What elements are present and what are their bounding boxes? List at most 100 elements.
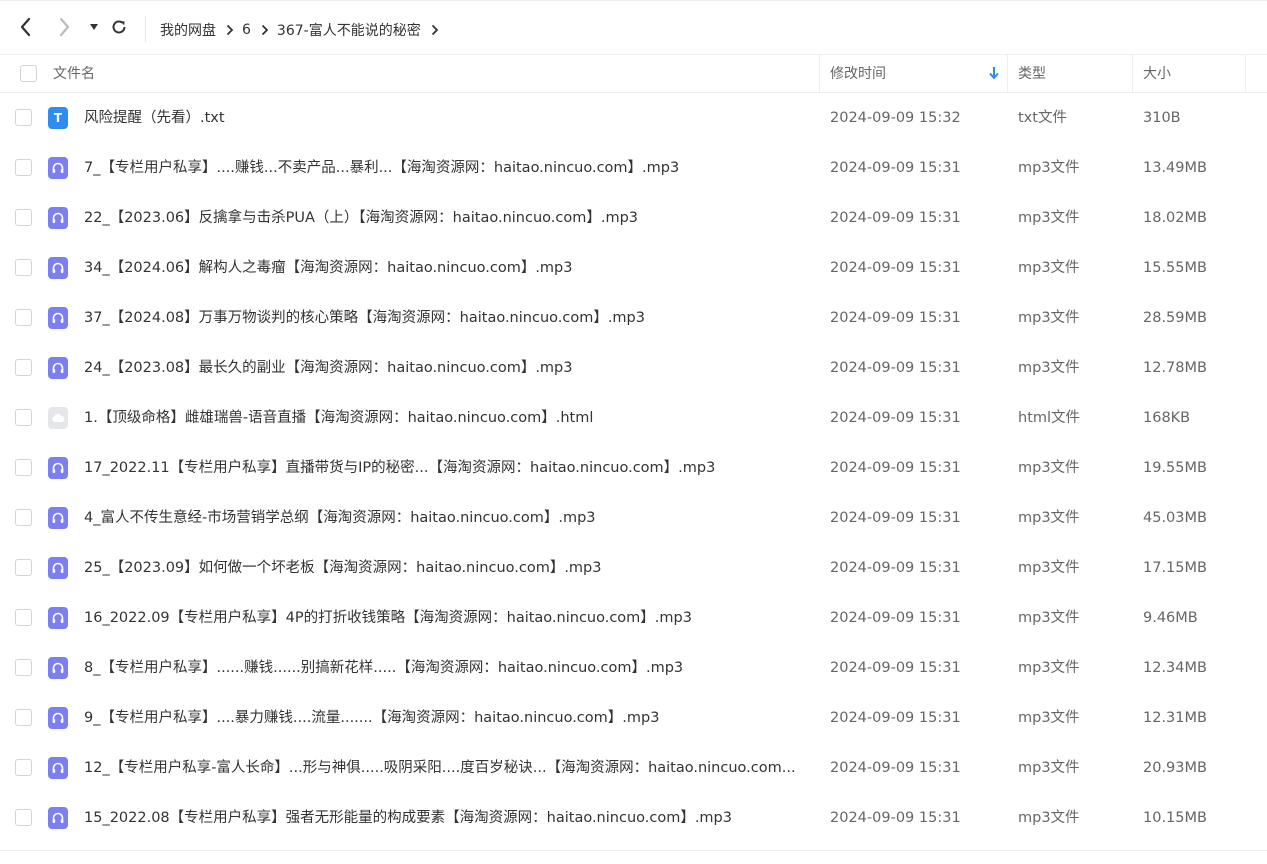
audio-file-icon <box>48 807 68 829</box>
row-checkbox[interactable] <box>15 409 32 426</box>
row-checkbox[interactable] <box>15 459 32 476</box>
file-modified-time: 2024-09-09 15:31 <box>830 660 961 676</box>
row-checkbox[interactable] <box>15 159 32 176</box>
file-name[interactable]: 风险提醒（先看）.txt <box>84 93 796 143</box>
file-row[interactable]: 37_【2024.08】万事万物谈判的核心策略【海淘资源网：haitao.nin… <box>0 293 1267 343</box>
row-checkbox[interactable] <box>15 559 32 576</box>
select-all-checkbox[interactable] <box>20 65 37 82</box>
txt-file-icon: T <box>48 107 68 129</box>
file-name[interactable]: 7_【专栏用户私享】....赚钱...不卖产品...暴利...【海淘资源网：ha… <box>84 143 796 193</box>
audio-file-icon <box>48 357 68 379</box>
audio-file-icon <box>48 707 68 729</box>
column-divider[interactable] <box>1245 55 1246 93</box>
file-row[interactable]: 16_2022.09【专栏用户私享】4P的打折收钱策略【海淘资源网：haitao… <box>0 593 1267 643</box>
column-divider[interactable] <box>819 55 820 93</box>
chevron-right-icon[interactable] <box>431 24 439 36</box>
file-modified-time: 2024-09-09 15:31 <box>830 160 961 176</box>
audio-file-icon <box>48 507 68 529</box>
file-row[interactable]: 12_【专栏用户私享-富人长命】...形与神俱.....吸阴采阳....度百岁秘… <box>0 743 1267 793</box>
chevron-right-icon <box>226 24 234 36</box>
breadcrumb-item[interactable]: 我的网盘 <box>160 20 216 40</box>
file-row[interactable]: 15_2022.08【专栏用户私享】强者无形能量的构成要素【海淘资源网：hait… <box>0 793 1267 843</box>
file-type: mp3文件 <box>1018 210 1080 226</box>
file-row[interactable]: T 风险提醒（先看）.txt 2024-09-09 15:32 txt文件 310B <box>0 93 1267 143</box>
file-size: 18.02MB <box>1143 210 1207 226</box>
row-checkbox[interactable] <box>15 509 32 526</box>
file-row[interactable]: 8_【专栏用户私享】......赚钱......别搞新花样.....【海淘资源网… <box>0 643 1267 693</box>
file-size: 19.55MB <box>1143 460 1207 476</box>
file-name[interactable]: 8_【专栏用户私享】......赚钱......别搞新花样.....【海淘资源网… <box>84 643 796 693</box>
back-button[interactable] <box>12 13 40 41</box>
toolbar-divider <box>145 16 146 42</box>
file-row[interactable]: 22_【2023.06】反擒拿与击杀PUA（上）【海淘资源网：haitao.ni… <box>0 193 1267 243</box>
file-row[interactable]: 24_【2023.08】最长久的副业【海淘资源网：haitao.nincuo.c… <box>0 343 1267 393</box>
row-checkbox[interactable] <box>15 309 32 326</box>
file-name[interactable]: 17_2022.11【专栏用户私享】直播带货与IP的秘密...【海淘资源网：ha… <box>84 443 796 493</box>
file-size: 13.49MB <box>1143 160 1207 176</box>
file-modified-time: 2024-09-09 15:31 <box>830 310 961 326</box>
file-row[interactable]: 34_【2024.06】解构人之毒瘤【海淘资源网：haitao.nincuo.c… <box>0 243 1267 293</box>
chevron-left-icon <box>19 17 33 37</box>
file-name[interactable]: 16_2022.09【专栏用户私享】4P的打折收钱策略【海淘资源网：haitao… <box>84 593 796 643</box>
file-type: mp3文件 <box>1018 360 1080 376</box>
breadcrumb-item[interactable]: 367-富人不能说的秘密 <box>277 20 421 40</box>
row-checkbox[interactable] <box>15 259 32 276</box>
history-dropdown-button[interactable] <box>80 13 108 41</box>
file-name[interactable]: 15_2022.08【专栏用户私享】强者无形能量的构成要素【海淘资源网：hait… <box>84 793 796 843</box>
file-name[interactable]: 22_【2023.06】反擒拿与击杀PUA（上）【海淘资源网：haitao.ni… <box>84 193 796 243</box>
file-row[interactable]: 1.【顶级命格】雌雄瑞兽-语音直播【海淘资源网：haitao.nincuo.co… <box>0 393 1267 443</box>
file-size: 15.55MB <box>1143 260 1207 276</box>
breadcrumb: 我的网盘 6 367-富人不能说的秘密 <box>160 19 447 41</box>
breadcrumb-item[interactable]: 6 <box>242 22 251 38</box>
file-type: html文件 <box>1018 410 1081 426</box>
file-name[interactable]: 24_【2023.08】最长久的副业【海淘资源网：haitao.nincuo.c… <box>84 343 796 393</box>
column-header-modified[interactable]: 修改时间 <box>830 55 886 93</box>
file-name[interactable]: 1.【顶级命格】雌雄瑞兽-语音直播【海淘资源网：haitao.nincuo.co… <box>84 393 796 443</box>
audio-file-icon <box>48 207 68 229</box>
file-name[interactable]: 12_【专栏用户私享-富人长命】...形与神俱.....吸阴采阳....度百岁秘… <box>84 743 796 793</box>
file-row[interactable]: 17_2022.11【专栏用户私享】直播带货与IP的秘密...【海淘资源网：ha… <box>0 443 1267 493</box>
file-row[interactable]: 7_【专栏用户私享】....赚钱...不卖产品...暴利...【海淘资源网：ha… <box>0 143 1267 193</box>
row-checkbox[interactable] <box>15 359 32 376</box>
column-header-name[interactable]: 文件名 <box>53 55 95 93</box>
file-type: mp3文件 <box>1018 760 1080 776</box>
file-row[interactable]: 4_富人不传生意经-市场营销学总纲【海淘资源网：haitao.nincuo.co… <box>0 493 1267 543</box>
file-name[interactable]: 37_【2024.08】万事万物谈判的核心策略【海淘资源网：haitao.nin… <box>84 293 796 343</box>
column-header-type[interactable]: 类型 <box>1018 55 1046 93</box>
audio-file-icon <box>48 657 68 679</box>
sort-arrow-down-icon[interactable] <box>988 66 1000 84</box>
file-row[interactable]: 9_【专栏用户私享】....暴力赚钱....流量.......【海淘资源网：ha… <box>0 693 1267 743</box>
column-header-size[interactable]: 大小 <box>1143 55 1171 93</box>
file-modified-time: 2024-09-09 15:31 <box>830 260 961 276</box>
file-name[interactable]: 34_【2024.06】解构人之毒瘤【海淘资源网：haitao.nincuo.c… <box>84 243 796 293</box>
file-type: mp3文件 <box>1018 260 1080 276</box>
file-size: 45.03MB <box>1143 510 1207 526</box>
file-modified-time: 2024-09-09 15:31 <box>830 460 961 476</box>
row-checkbox[interactable] <box>15 209 32 226</box>
row-checkbox[interactable] <box>15 809 32 826</box>
row-checkbox[interactable] <box>15 609 32 626</box>
file-size: 10.15MB <box>1143 810 1207 826</box>
column-divider[interactable] <box>1132 55 1133 93</box>
refresh-button[interactable] <box>105 13 133 41</box>
file-type: mp3文件 <box>1018 610 1080 626</box>
chevron-right-icon <box>261 24 269 36</box>
file-type: mp3文件 <box>1018 460 1080 476</box>
file-name[interactable]: 25_【2023.09】如何做一个坏老板【海淘资源网：haitao.nincuo… <box>84 543 796 593</box>
row-checkbox[interactable] <box>15 659 32 676</box>
file-modified-time: 2024-09-09 15:31 <box>830 410 961 426</box>
column-divider[interactable] <box>1007 55 1008 93</box>
file-name[interactable]: 4_富人不传生意经-市场营销学总纲【海淘资源网：haitao.nincuo.co… <box>84 493 796 543</box>
file-size: 17.15MB <box>1143 560 1207 576</box>
file-name[interactable]: 9_【专栏用户私享】....暴力赚钱....流量.......【海淘资源网：ha… <box>84 693 796 743</box>
file-list: T 风险提醒（先看）.txt 2024-09-09 15:32 txt文件 310B 7_… <box>0 93 1267 843</box>
row-checkbox[interactable] <box>15 709 32 726</box>
forward-button[interactable] <box>50 13 78 41</box>
file-size: 12.34MB <box>1143 660 1207 676</box>
file-type: mp3文件 <box>1018 660 1080 676</box>
file-row[interactable]: 25_【2023.09】如何做一个坏老板【海淘资源网：haitao.nincuo… <box>0 543 1267 593</box>
file-modified-time: 2024-09-09 15:32 <box>830 110 961 126</box>
row-checkbox[interactable] <box>15 109 32 126</box>
toolbar: 我的网盘 6 367-富人不能说的秘密 <box>0 0 1267 55</box>
row-checkbox[interactable] <box>15 759 32 776</box>
